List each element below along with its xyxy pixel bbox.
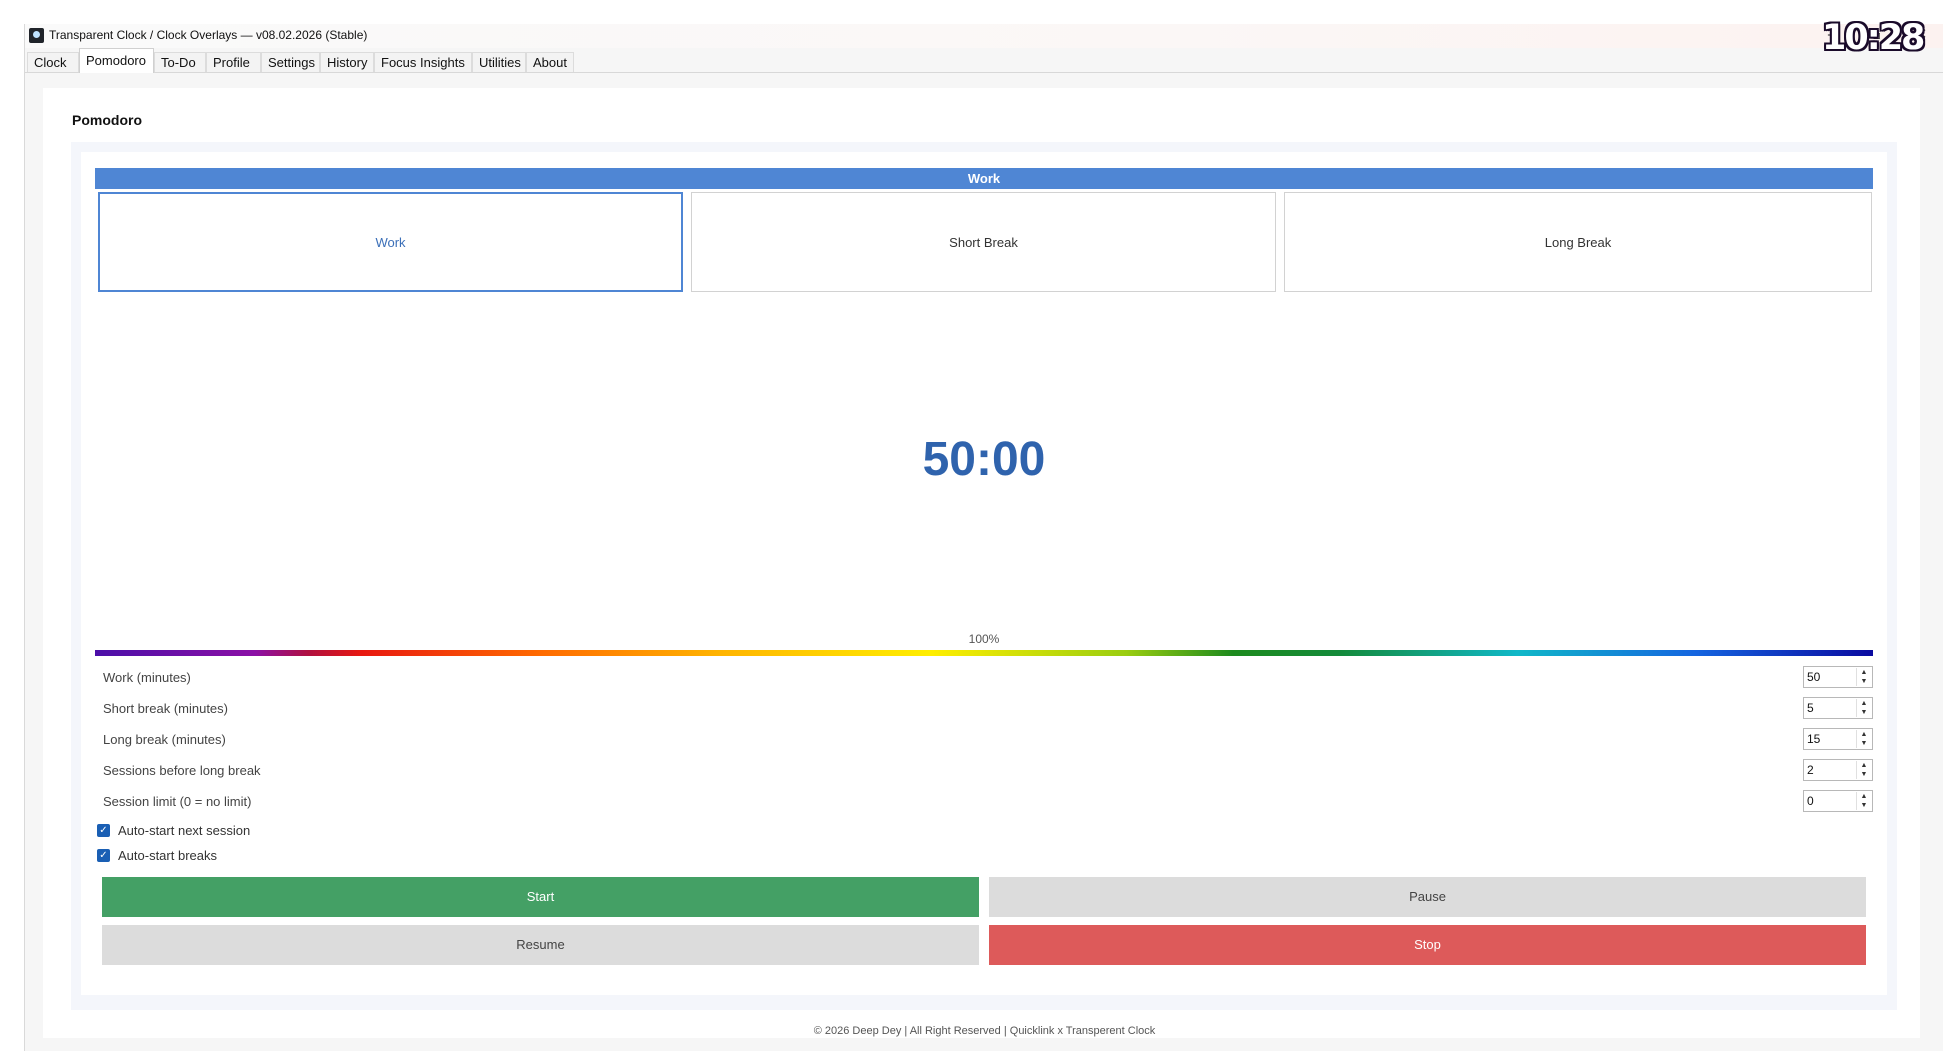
short-break-spinbox[interactable]: 5 ▲ ▼ <box>1803 697 1873 719</box>
check-label: Auto-start breaks <box>118 848 217 863</box>
timer-display: 50:00 <box>922 433 1046 486</box>
setting-label: Session limit (0 = no limit) <box>103 794 252 809</box>
spinbox-value: 0 <box>1807 794 1814 808</box>
setting-session-limit: Session limit (0 = no limit) 0 ▲ ▼ <box>103 790 1873 815</box>
setting-label: Sessions before long break <box>103 763 261 778</box>
spinbox-value: 2 <box>1807 763 1814 777</box>
spinbox-arrows-icon[interactable]: ▲ ▼ <box>1856 699 1871 717</box>
pause-button[interactable]: Pause <box>989 877 1866 917</box>
tab-focus-insights[interactable]: Focus Insights <box>374 52 472 72</box>
sessions-spinbox[interactable]: 2 ▲ ▼ <box>1803 759 1873 781</box>
setting-long-break: Long break (minutes) 15 ▲ ▼ <box>103 728 1873 753</box>
spinbox-arrows-icon[interactable]: ▲ ▼ <box>1856 668 1871 686</box>
tab-about[interactable]: About <box>526 52 574 72</box>
spinbox-arrows-icon[interactable]: ▲ ▼ <box>1856 792 1871 810</box>
tab-todo[interactable]: To-Do <box>154 52 206 72</box>
app-icon <box>29 28 44 43</box>
overlay-clock: 10:28 <box>1822 18 1925 58</box>
tab-bar: Clock Pomodoro To-Do Profile Settings Hi… <box>25 48 1943 73</box>
mode-short-break-label: Short Break <box>949 234 1018 250</box>
check-label: Auto-start next session <box>118 823 251 838</box>
pomodoro-card: Work Work Short Break Long Break 50:00 1… <box>81 152 1887 995</box>
tab-history[interactable]: History <box>320 52 374 72</box>
stop-button[interactable]: Stop <box>989 925 1866 965</box>
setting-sessions-before-long-break: Sessions before long break 2 ▲ ▼ <box>103 759 1873 784</box>
window-title: Transparent Clock / Clock Overlays — v08… <box>49 28 368 42</box>
spinbox-value: 5 <box>1807 701 1814 715</box>
tab-pomodoro[interactable]: Pomodoro <box>79 48 154 73</box>
checkbox-checked-icon[interactable]: ✓ <box>97 849 110 862</box>
mode-long-break-label: Long Break <box>1544 234 1612 250</box>
setting-work-minutes: Work (minutes) 50 ▲ ▼ <box>103 666 1873 691</box>
mode-work-button[interactable]: Work <box>98 192 683 292</box>
setting-label: Long break (minutes) <box>103 732 226 747</box>
page-title: Pomodoro <box>72 112 142 128</box>
tab-profile[interactable]: Profile <box>206 52 261 72</box>
tab-utilities[interactable]: Utilities <box>472 52 526 72</box>
progress-bar <box>95 650 1873 656</box>
mode-work-label: Work <box>375 234 406 250</box>
pomodoro-frame: Work Work Short Break Long Break 50:00 1… <box>71 142 1897 1010</box>
resume-button[interactable]: Resume <box>102 925 979 965</box>
footer-text: © 2026 Deep Dey | All Right Reserved | Q… <box>813 1025 1156 1037</box>
session-limit-spinbox[interactable]: 0 ▲ ▼ <box>1803 790 1873 812</box>
checkbox-checked-icon[interactable]: ✓ <box>97 824 110 837</box>
setting-label: Short break (minutes) <box>103 701 228 716</box>
spinbox-value: 15 <box>1807 732 1821 746</box>
setting-label: Work (minutes) <box>103 670 191 685</box>
progress-percent: 100% <box>968 632 1000 646</box>
mode-long-break-button[interactable]: Long Break <box>1284 192 1872 292</box>
spinbox-arrows-icon[interactable]: ▲ ▼ <box>1856 761 1871 779</box>
setting-short-break: Short break (minutes) 5 ▲ ▼ <box>103 697 1873 722</box>
spinbox-arrows-icon[interactable]: ▲ ▼ <box>1856 730 1871 748</box>
pomodoro-panel: Pomodoro Work Work Short Break Long Brea… <box>43 88 1920 1038</box>
work-minutes-spinbox[interactable]: 50 ▲ ▼ <box>1803 666 1873 688</box>
title-bar: Transparent Clock / Clock Overlays — v08… <box>25 24 1943 48</box>
long-break-spinbox[interactable]: 15 ▲ ▼ <box>1803 728 1873 750</box>
mode-short-break-button[interactable]: Short Break <box>691 192 1276 292</box>
mode-header: Work <box>95 168 1873 189</box>
tab-clock[interactable]: Clock <box>27 52 79 72</box>
spinbox-value: 50 <box>1807 670 1821 684</box>
app-window: Transparent Clock / Clock Overlays — v08… <box>24 24 1943 1051</box>
start-button[interactable]: Start <box>102 877 979 917</box>
tab-settings[interactable]: Settings <box>261 52 320 72</box>
